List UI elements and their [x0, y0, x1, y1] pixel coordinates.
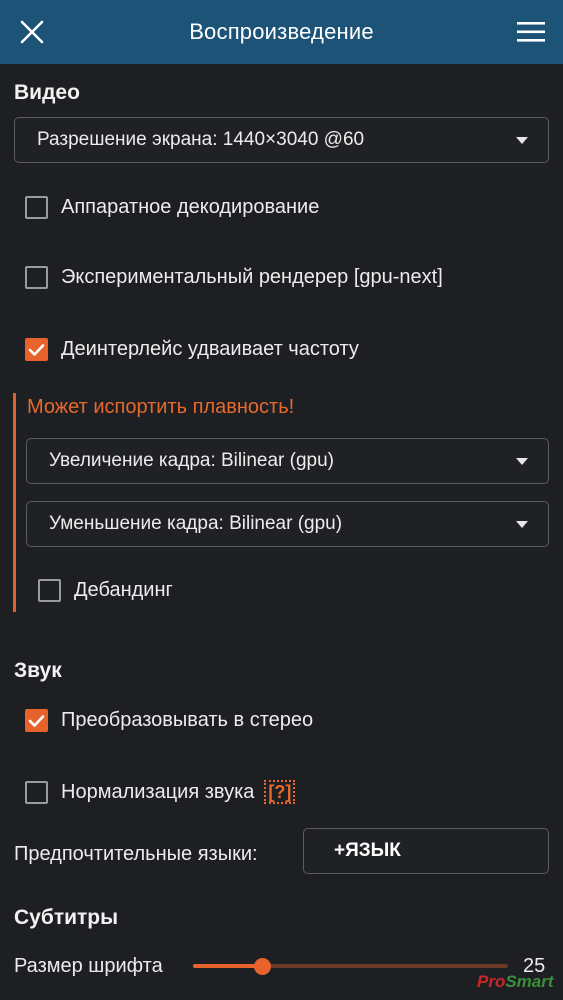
checkbox-box[interactable] — [25, 266, 48, 289]
checkbox-box[interactable] — [25, 196, 48, 219]
checkbox-box-checked[interactable] — [25, 709, 48, 732]
app-header: Воспроизведение — [0, 0, 563, 64]
warning-bar — [13, 393, 16, 612]
slider-thumb[interactable] — [254, 958, 272, 975]
watermark-part2: Smart — [505, 972, 554, 991]
stereo-checkbox[interactable]: Преобразовывать в стерео — [25, 709, 313, 732]
slider-fill — [193, 964, 263, 968]
chevron-down-icon — [516, 458, 528, 465]
stereo-label: Преобразовывать в стерео — [61, 709, 314, 731]
deinterlace-checkbox[interactable]: Деинтерлейс удваивает частоту — [25, 338, 359, 361]
hamburger-menu-icon — [517, 22, 545, 42]
checkmark-icon — [28, 714, 45, 727]
hw-decoding-checkbox[interactable]: Аппаратное декодирование — [25, 196, 319, 219]
section-title-subtitles: Субтитры — [14, 906, 119, 929]
resolution-select[interactable]: Разрешение экрана: 1440×3040 @60 — [14, 117, 549, 163]
downscale-select[interactable]: Уменьшение кадра: Bilinear (gpu) — [26, 501, 549, 547]
checkmark-icon — [28, 343, 45, 356]
downscale-select-label: Уменьшение кадра: Bilinear (gpu) — [49, 513, 343, 534]
normalize-label: Нормализация звука — [61, 780, 255, 803]
page-title: Воспроизведение — [189, 19, 374, 44]
add-language-button[interactable]: +ЯЗЫК — [303, 828, 549, 874]
upscale-select-label: Увеличение кадра: Bilinear (gpu) — [49, 450, 335, 471]
gpu-next-checkbox[interactable]: Экспериментальный рендерер [gpu-next] — [25, 266, 443, 289]
watermark-part1: Pro — [477, 972, 506, 991]
section-title-audio: Звук — [14, 659, 62, 682]
checkbox-box[interactable] — [38, 579, 61, 602]
debanding-label: Дебандинг — [74, 579, 173, 601]
chevron-down-icon — [516, 137, 528, 144]
normalize-checkbox[interactable]: Нормализация звука [?] — [25, 780, 296, 804]
checkbox-box[interactable] — [25, 780, 48, 804]
checkbox-box-checked[interactable] — [25, 338, 48, 361]
close-button[interactable] — [12, 12, 52, 52]
pref-lang-label: Предпочтительные языки: — [14, 843, 258, 865]
section-title-video: Видео — [14, 81, 80, 104]
close-icon — [20, 20, 44, 44]
help-link[interactable]: [?] — [264, 780, 296, 804]
hw-decoding-label: Аппаратное декодирование — [61, 196, 320, 218]
menu-button[interactable] — [511, 12, 551, 52]
resolution-select-label: Разрешение экрана: 1440×3040 @60 — [37, 129, 365, 150]
upscale-select[interactable]: Увеличение кадра: Bilinear (gpu) — [26, 438, 549, 484]
gpu-next-label: Экспериментальный рендерер [gpu-next] — [61, 266, 443, 288]
font-size-label: Размер шрифта — [14, 955, 163, 977]
debanding-checkbox[interactable]: Дебандинг — [38, 579, 173, 602]
deinterlace-label: Деинтерлейс удваивает частоту — [61, 338, 359, 360]
chevron-down-icon — [516, 521, 528, 528]
warning-text: Может испортить плавность! — [27, 396, 295, 418]
font-size-slider[interactable] — [193, 956, 508, 976]
watermark-logo: ProSmart — [477, 972, 554, 992]
